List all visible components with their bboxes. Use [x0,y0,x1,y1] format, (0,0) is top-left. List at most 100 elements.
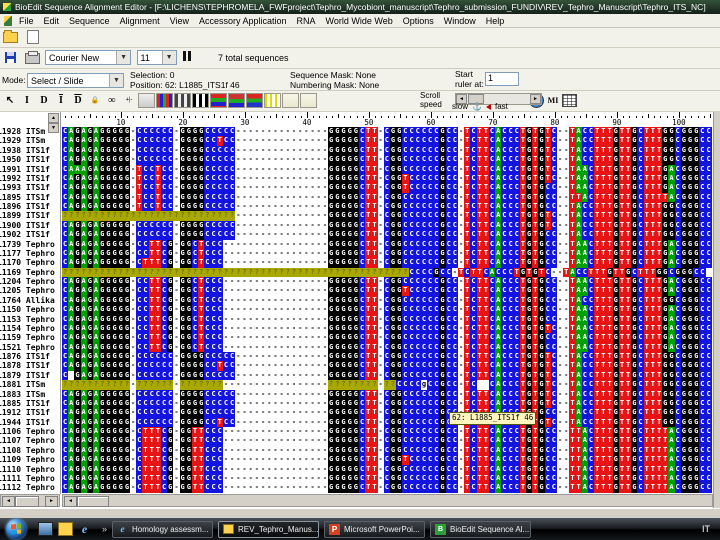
save-button[interactable] [2,50,18,64]
menu-window[interactable]: Window [439,16,481,26]
pause-button[interactable] [183,51,192,61]
translate-a-icon[interactable] [282,92,299,108]
sequence-row[interactable]: CAGAGAGGGGG-CCCCCC-GGGGCCCCC------------… [62,398,712,409]
sequence-name[interactable]: L1154 Tephro [0,324,55,333]
new-document-button[interactable] [25,30,41,44]
spin-up-icon[interactable]: ▲ [48,113,59,123]
dot-columns-icon[interactable] [264,92,281,108]
sequence-name[interactable]: L1521 Tephro [0,343,55,352]
sequence-name[interactable]: L1764 Allika [0,296,55,305]
mi-icon[interactable]: MI [545,92,561,108]
print-button[interactable] [25,50,41,64]
language-indicator[interactable]: IT [702,524,710,534]
explorer-icon[interactable] [58,522,73,536]
show-desktop-icon[interactable] [38,522,53,536]
sequence-name[interactable]: L1153 Tephro [0,315,55,324]
sequence-name[interactable]: L1111 Tephro [0,474,55,483]
menu-file[interactable]: File [14,16,39,26]
sequence-row[interactable]: CAGAGAGGGGG-CCCCCC-GGGGCCCCC------------… [62,155,712,165]
gap-toggle-icon[interactable]: +|- [121,92,137,108]
sequence-name[interactable]: L1899 ITS1f [0,211,55,220]
sequence-name[interactable]: L1928 ITSm [0,127,55,136]
sequence-row[interactable]: ???????????????????????????? - - - - - - - - - - - -… [62,211,712,221]
sequence-row[interactable]: CAGAGAGGGGG-CCCCCC-GGGGCCCCC------------… [62,220,712,231]
sequence-name[interactable]: L1169 Tephro [0,268,55,277]
sequence-row[interactable]: CAGAGAGGGGG-CTTTCG-GGTTCCC--------------… [62,464,712,474]
sequence-row[interactable]: CAGAGAGGGGG-TCCTCC-GGGGCCCCC------------… [62,192,712,202]
mask-bw-icon[interactable] [192,92,209,108]
sequence-row[interactable]: CAGAGAGGGGG-TCCTCC-GGGGCCCCC------------… [62,202,712,212]
sequence-row[interactable]: CAAAGAGGGGG-TCCTCC-GGGGCCCCC------------… [62,164,712,174]
names-scrollbar-thumb[interactable] [15,496,39,507]
sequence-row[interactable]: CAGAGAGGGGG-CCCCCC-GGGGCCCCC------------… [62,408,712,418]
select-block-icon[interactable] [138,92,155,108]
sequence-name[interactable]: L1106 Tephro [0,427,55,436]
sequence-name[interactable]: L1112 Tephro [0,483,55,492]
internet-explorer-icon[interactable]: e [78,523,91,535]
sequence-row[interactable]: CAGAGAGGGGG-CCTTCG-GGCTCCC--------------… [62,305,712,315]
delete-base-icon[interactable]: D [36,92,52,108]
sequence-row[interactable]: ????????????????????????????????????????… [62,267,712,277]
title-bar[interactable]: BioEdit Sequence Alignment Editor - [F:\… [0,0,720,14]
names-scroll-right-icon[interactable]: ► [45,496,58,507]
sequence-name[interactable]: L1110 Tephro [0,465,55,474]
insert-gap-icon[interactable]: I [53,92,69,108]
sequence-row[interactable]: CAGAGAGGGGG-CCTTCG-GGCTCCC--------------… [62,286,712,296]
sequence-row[interactable]: CAGAGAGGGGG-CCCCCC-GGGGCCCCC------------… [62,230,712,240]
taskbar-button-bioedit[interactable]: B BioEdit Sequence Al... [430,520,532,538]
sequence-row[interactable]: ??????????? -?????? -??????? - - - - - - - - - - - - - -… [62,380,712,390]
sequence-name[interactable]: L1878 ITS1f [0,361,55,370]
menu-help[interactable]: Help [481,16,510,26]
sequence-name[interactable]: L1876 ITS1f [0,352,55,361]
menu-view[interactable]: View [165,16,194,26]
sequence-row[interactable]: CAGAGAGGGGG-CTTTCG-GGTTCCC--------------… [62,445,712,456]
sequence-row[interactable]: CAGAGAGGGGG-CTTTCG-GGCTCCC--------------… [62,258,712,268]
sequence-row[interactable]: CAGAGAGGGGG-TCCTCC-GGGGCCCCC------------… [62,173,712,184]
open-file-button[interactable] [2,29,18,44]
sequence-name[interactable]: L1150 Tephro [0,305,55,314]
sequence-name[interactable]: L1885 ITS1f [0,399,55,408]
mode-select-dropdown-icon[interactable]: ▼ [109,74,123,87]
sequence-row[interactable]: CAGAGAGGGGG-CCCCCC-GGGGCCCCC------------… [62,389,712,399]
sequence-row[interactable]: CAGAGAGGGGG-CCTTCG-GGCTCCC--------------… [62,342,712,352]
grid-view-icon[interactable] [562,93,577,107]
sequence-row[interactable]: CAGAGAGGGGG-TCCTCC-GGGGCCCCC------------… [62,183,712,193]
taskbar-button-folder[interactable]: REV_Tephro_Manus... [218,520,320,538]
sequence-row[interactable]: CAGAGAGGGGG-CTTTCG-GGTTCCC--------------… [62,473,712,484]
sequence-name[interactable]: L1991 ITS1f [0,165,55,174]
sequence-name-list[interactable]: L1928 ITSm L1929 ITSm L1938 ITS1f L1950 ITS… [0,127,55,493]
alignment-rows[interactable]: CAGAGAGGGGG-CCCCCC-GGGGCCCCC------------… [62,127,712,493]
pointer-icon[interactable]: ↖ [2,92,18,108]
sequence-row[interactable]: CAGAGAGGGGG-CCTTCG-GGCTCCC--------------… [62,295,712,306]
taskbar-button-ie[interactable]: e Homology assessm... [112,520,214,538]
menu-options[interactable]: Options [398,16,439,26]
taskbar-button-powerpoint[interactable]: P Microsoft PowerPoi... [324,520,426,538]
sequence-name[interactable]: L1896 ITS1f [0,202,55,211]
sequence-name[interactable]: L1177 Tephro [0,249,55,258]
sequence-name[interactable]: L1950 ITS1f [0,155,55,164]
sequence-name[interactable]: L1107 Tephro [0,436,55,445]
sequence-row[interactable]: CAGAGAGGGGG-CCTTCG-GGCTCCC--------------… [62,248,712,259]
translate-b-icon[interactable] [300,92,317,108]
menu-rna[interactable]: RNA [292,16,321,26]
identity-shade-icon[interactable] [228,92,245,108]
sequence-row[interactable]: CAGAGAGGGGG-CCCCCC-GGGGCCCCC------------… [62,127,712,137]
font-select-dropdown-icon[interactable]: ▼ [116,51,131,64]
sequence-row[interactable]: CAGAGAGGGGG-CCTTCG-GGCTCCC--------------… [62,314,712,324]
sequence-name[interactable]: L1944 ITS1f [0,418,55,427]
sequence-name[interactable]: L1204 Tephro [0,277,55,286]
sequence-name[interactable]: L1205 Tephro [0,286,55,295]
delete-gap-icon[interactable]: D [70,92,86,108]
sequence-name[interactable]: L1879 ITS1f [0,371,55,380]
sequence-name[interactable]: L1159 Tephro [0,333,55,342]
sequence-name[interactable]: L1992 ITS1f [0,174,55,183]
sequence-row[interactable]: CAGAGAGGGGG-CCCCCC-GGGGCCCCC------------… [62,145,712,156]
sequence-row[interactable]: CAGAGAGGGGG-CCTTCG-GGCTCCC--------------… [62,277,712,287]
sequence-name[interactable]: L1895 ITS1f [0,193,55,202]
sequence-name[interactable]: L1883 ITSm [0,390,55,399]
sequence-row[interactable]: CAGAGAGGGGG-CTTTCG-GGTTCCC--------------… [62,483,712,493]
sequence-name[interactable]: L1739 Tephro [0,240,55,249]
sequence-row[interactable]: CAGAGAGGGGG-CTTTCG-GGTTCCC--------------… [62,427,712,437]
sequence-name[interactable]: L1881 ITSm [0,380,55,389]
color-table-icon[interactable] [156,92,173,108]
